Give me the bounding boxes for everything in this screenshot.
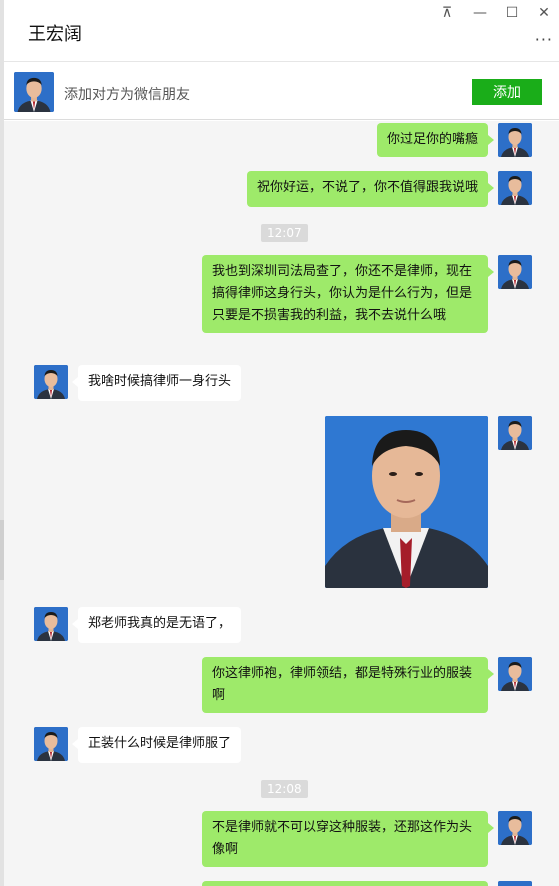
incoming-message[interactable]: 正装什么时候是律师服了 [71,727,242,763]
title-bar: 王宏阔 ⊼ — ☐ ✕ ··· [4,0,559,62]
minimize-icon[interactable]: — [469,4,491,22]
contact-avatar[interactable] [34,365,68,399]
maximize-icon[interactable]: ☐ [501,4,523,22]
incoming-message[interactable]: 郑老师我真的是无语了， [71,607,242,643]
outgoing-message[interactable]: 我也到深圳司法局查了，你还不是律师，现在搞得律师这身行头，你认为是什么行为，但是… [202,255,494,333]
my-avatar[interactable] [498,657,532,691]
add-friend-bar: 添加对方为微信朋友 添加 [4,62,559,120]
close-icon[interactable]: ✕ [533,4,555,22]
portrait-photo[interactable] [325,416,488,588]
my-avatar[interactable] [498,123,532,157]
chat-title: 王宏阔 [28,24,82,45]
add-friend-button[interactable]: 添加 [472,79,542,105]
contact-avatar[interactable] [14,72,54,112]
outgoing-message[interactable]: 你这律师袍，律师领结，都是特殊行业的服装啊 [202,657,494,713]
outgoing-message[interactable]: 祝你好运，不说了，你不值得跟我说哦 [246,171,495,207]
my-avatar[interactable] [498,811,532,845]
chat-history[interactable]: 你过足你的嘴瘾 祝你好运，不说了，你不值得跟我说哦 12:07 我也到深圳司法局… [4,121,559,886]
outgoing-message-partial[interactable] [202,881,488,886]
outgoing-message[interactable]: 你过足你的嘴瘾 [376,123,495,157]
pin-icon[interactable]: ⊼ [436,4,458,22]
add-friend-text: 添加对方为微信朋友 [64,87,190,103]
timestamp: 12:08 [261,780,308,798]
timestamp: 12:07 [261,224,308,242]
my-avatar[interactable] [498,881,532,886]
more-icon[interactable]: ··· [535,30,553,49]
outgoing-message[interactable]: 不是律师就不可以穿这种服装，还那这作为头像啊 [202,811,494,867]
my-avatar[interactable] [498,255,532,289]
incoming-message[interactable]: 我啥时候搞律师一身行头 [71,365,242,401]
contact-avatar[interactable] [34,607,68,641]
my-avatar[interactable] [498,416,532,450]
my-avatar[interactable] [498,171,532,205]
contact-avatar[interactable] [34,727,68,761]
